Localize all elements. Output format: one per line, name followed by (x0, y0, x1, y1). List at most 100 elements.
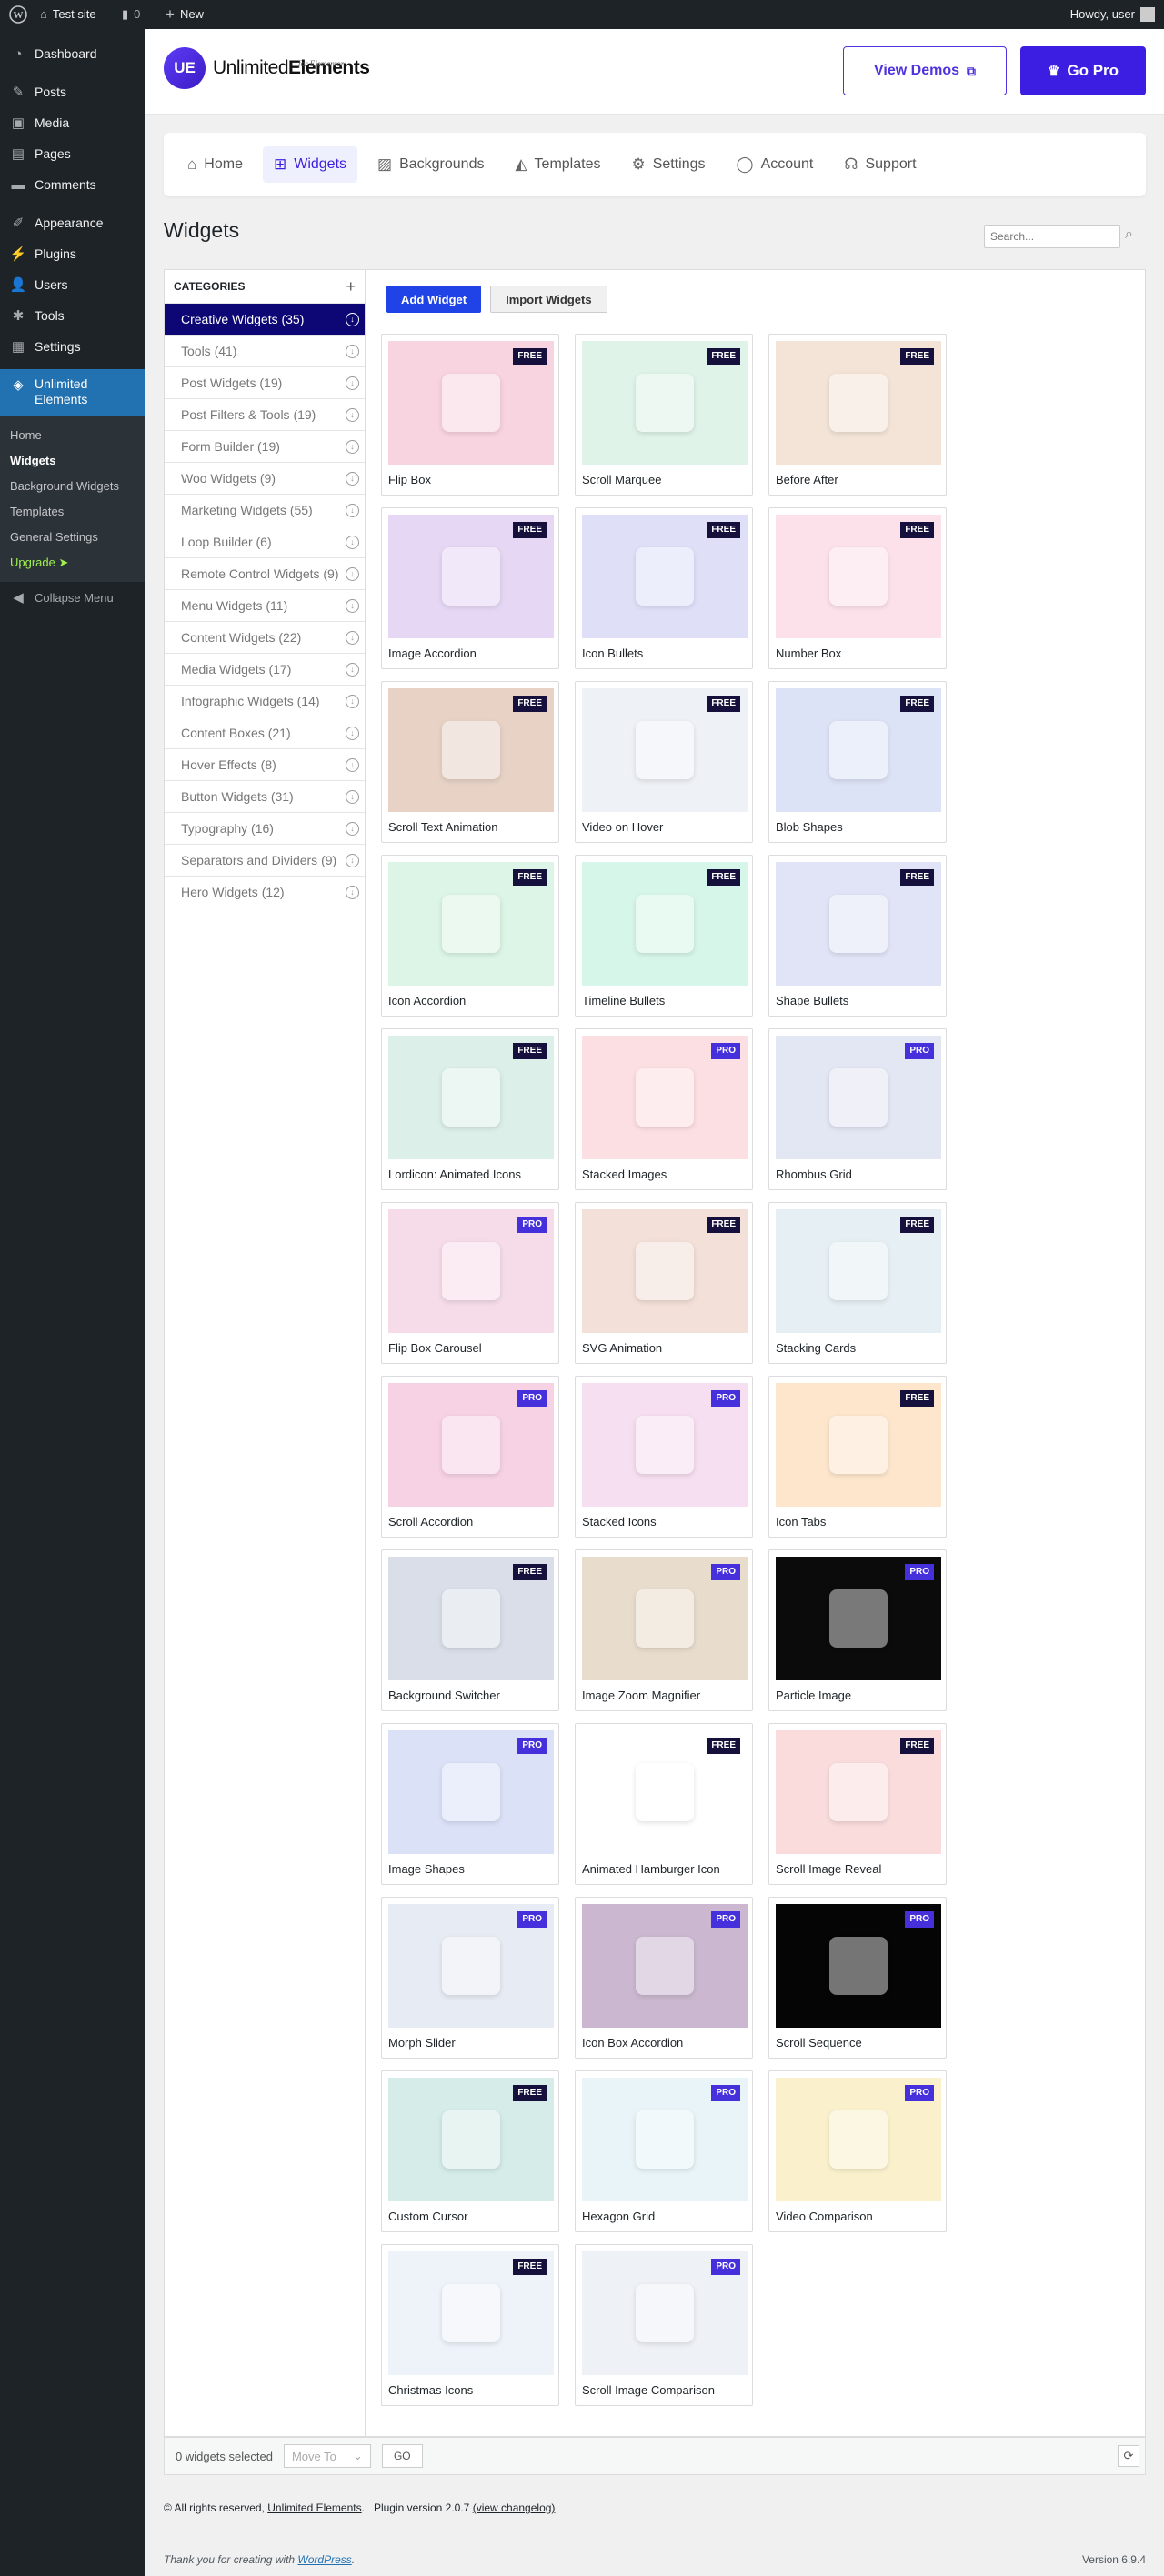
menu-settings[interactable]: ▦ Settings (0, 331, 146, 362)
new-content-link[interactable]: + New (166, 0, 204, 29)
go-button[interactable]: GO (381, 2444, 423, 2468)
search-icon[interactable]: ⌕ (1125, 226, 1133, 243)
widget-card[interactable]: FREE Animated Hamburger Icon (575, 1723, 753, 1885)
download-icon[interactable]: ↓ (346, 757, 359, 772)
tab-backgrounds[interactable]: ▨ Backgrounds (366, 146, 495, 183)
category-item[interactable]: Post Widgets (19) ↓ (165, 366, 365, 398)
widget-card[interactable]: PRO Scroll Accordion (381, 1376, 559, 1538)
go-pro-button[interactable]: ♛ Go Pro (1020, 46, 1146, 95)
menu-appearance[interactable]: ✐ Appearance (0, 207, 146, 238)
my-account-link[interactable]: Howdy, user (1070, 0, 1155, 29)
download-icon[interactable]: ↓ (346, 789, 359, 804)
category-item[interactable]: Tools (41) ↓ (165, 335, 365, 366)
category-item[interactable]: Marketing Widgets (55) ↓ (165, 494, 365, 526)
widget-card[interactable]: FREE Scroll Marquee (575, 334, 753, 496)
widget-card[interactable]: FREE Scroll Text Animation (381, 681, 559, 843)
menu-media[interactable]: ▣ Media (0, 107, 146, 138)
widget-card[interactable]: FREE Scroll Image Reveal (768, 1723, 947, 1885)
menu-users[interactable]: 👤 Users (0, 269, 146, 300)
site-name-link[interactable]: ⌂ Test site (40, 0, 96, 29)
search-input[interactable] (984, 225, 1120, 248)
tab-templates[interactable]: ◭ Templates (504, 146, 611, 183)
download-icon[interactable]: ↓ (346, 376, 359, 390)
category-item[interactable]: Infographic Widgets (14) ↓ (165, 685, 365, 717)
widget-card[interactable]: PRO Particle Image (768, 1549, 947, 1711)
submenu-widgets[interactable]: Widgets (0, 448, 146, 474)
download-icon[interactable]: ↓ (346, 566, 359, 581)
widget-card[interactable]: FREE Icon Bullets (575, 507, 753, 669)
download-icon[interactable]: ↓ (346, 535, 359, 549)
widget-card[interactable]: FREE Shape Bullets (768, 855, 947, 1017)
add-category-icon[interactable]: + (346, 277, 356, 296)
menu-unlimited-elements[interactable]: ◈ Unlimited Elements (0, 369, 146, 416)
download-icon[interactable]: ↓ (346, 694, 359, 708)
submenu-home[interactable]: Home (0, 423, 146, 448)
download-icon[interactable]: ↓ (346, 885, 359, 899)
widget-card[interactable]: PRO Image Shapes (381, 1723, 559, 1885)
download-icon[interactable]: ↓ (346, 662, 359, 677)
tab-account[interactable]: ◯ Account (726, 146, 825, 183)
comments-link[interactable]: ▮ 0 (122, 0, 140, 29)
menu-comments[interactable]: ▬ Comments (0, 169, 146, 200)
widget-card[interactable]: PRO Image Zoom Magnifier (575, 1549, 753, 1711)
widget-card[interactable]: PRO Stacked Icons (575, 1376, 753, 1538)
category-item[interactable]: Typography (16) ↓ (165, 812, 365, 844)
move-to-select[interactable]: Move To ⌄ (283, 2444, 371, 2468)
widget-card[interactable]: PRO Scroll Sequence (768, 1897, 947, 2059)
submenu-templates[interactable]: Templates (0, 499, 146, 525)
refresh-icon[interactable]: ⟳ (1118, 2445, 1139, 2467)
widget-card[interactable]: FREE Stacking Cards (768, 1202, 947, 1364)
tab-settings[interactable]: ⚙ Settings (620, 146, 716, 183)
tab-support[interactable]: ☊ Support (833, 146, 927, 183)
category-item[interactable]: Menu Widgets (11) ↓ (165, 589, 365, 621)
widget-card[interactable]: PRO Rhombus Grid (768, 1028, 947, 1190)
widget-card[interactable]: FREE Video on Hover (575, 681, 753, 843)
category-item[interactable]: Loop Builder (6) ↓ (165, 526, 365, 557)
download-icon[interactable]: ↓ (346, 407, 359, 422)
category-item[interactable]: Separators and Dividers (9) ↓ (165, 844, 365, 876)
download-icon[interactable]: ↓ (346, 853, 359, 867)
widget-card[interactable]: PRO Hexagon Grid (575, 2070, 753, 2232)
widget-card[interactable]: PRO Icon Box Accordion (575, 1897, 753, 2059)
category-item[interactable]: Media Widgets (17) ↓ (165, 653, 365, 685)
copyright-link[interactable]: Unlimited Elements (267, 2501, 361, 2514)
widget-card[interactable]: FREE Christmas Icons (381, 2244, 559, 2406)
download-icon[interactable]: ↓ (346, 503, 359, 517)
widget-card[interactable]: FREE SVG Animation (575, 1202, 753, 1364)
add-widget-button[interactable]: Add Widget (386, 286, 482, 313)
download-icon[interactable]: ↓ (346, 630, 359, 645)
category-item[interactable]: Hero Widgets (12) ↓ (165, 876, 365, 907)
widget-card[interactable]: FREE Background Switcher (381, 1549, 559, 1711)
widget-card[interactable]: FREE Image Accordion (381, 507, 559, 669)
download-icon[interactable]: ↓ (346, 726, 359, 740)
menu-posts[interactable]: ✎ Posts (0, 76, 146, 107)
download-icon[interactable]: ↓ (346, 821, 359, 836)
menu-pages[interactable]: ▤ Pages (0, 138, 146, 169)
widget-card[interactable]: FREE Icon Tabs (768, 1376, 947, 1538)
wp-logo-icon[interactable]: W (9, 0, 27, 29)
widget-card[interactable]: FREE Custom Cursor (381, 2070, 559, 2232)
widget-card[interactable]: PRO Stacked Images (575, 1028, 753, 1190)
category-item[interactable]: Hover Effects (8) ↓ (165, 748, 365, 780)
widget-card[interactable]: FREE Number Box (768, 507, 947, 669)
view-demos-button[interactable]: View Demos ⧉ (843, 46, 1007, 95)
category-item[interactable]: Post Filters & Tools (19) ↓ (165, 398, 365, 430)
collapse-menu-button[interactable]: ◀ Collapse Menu (0, 582, 146, 613)
widget-card[interactable]: FREE Timeline Bullets (575, 855, 753, 1017)
download-icon[interactable]: ↓ (346, 344, 359, 358)
download-icon[interactable]: ↓ (346, 312, 359, 326)
category-item[interactable]: Woo Widgets (9) ↓ (165, 462, 365, 494)
widget-card[interactable]: PRO Video Comparison (768, 2070, 947, 2232)
tab-home[interactable]: ⌂ Home (176, 146, 254, 183)
changelog-link[interactable]: (view changelog) (473, 2501, 556, 2514)
category-item[interactable]: Button Widgets (31) ↓ (165, 780, 365, 812)
category-item[interactable]: Content Widgets (22) ↓ (165, 621, 365, 653)
widget-card[interactable]: PRO Morph Slider (381, 1897, 559, 2059)
category-item[interactable]: Remote Control Widgets (9) ↓ (165, 557, 365, 589)
submenu-upgrade[interactable]: Upgrade ➤ (0, 550, 146, 576)
download-icon[interactable]: ↓ (346, 598, 359, 613)
category-item[interactable]: Content Boxes (21) ↓ (165, 717, 365, 748)
widget-card[interactable]: PRO Flip Box Carousel (381, 1202, 559, 1364)
widget-card[interactable]: FREE Before After (768, 334, 947, 496)
category-item[interactable]: Form Builder (19) ↓ (165, 430, 365, 462)
